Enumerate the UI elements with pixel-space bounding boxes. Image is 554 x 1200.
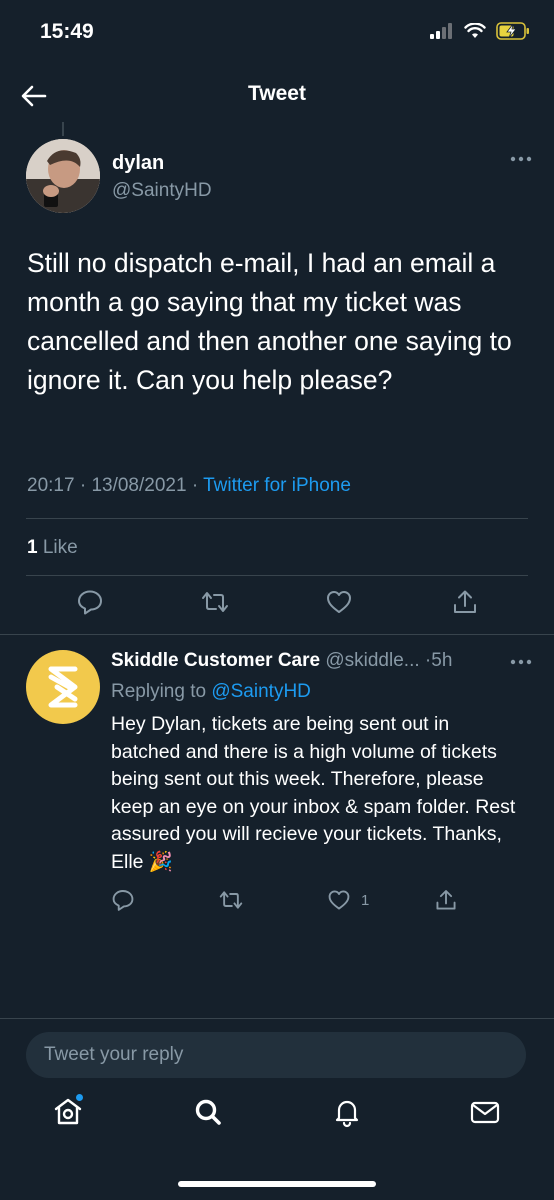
- search-icon: [195, 1099, 221, 1125]
- replying-to-handle[interactable]: @SaintyHD: [211, 681, 311, 702]
- share-icon: [436, 890, 456, 910]
- like-count-number: 1: [27, 537, 38, 558]
- share-button[interactable]: [451, 588, 479, 616]
- more-icon: [510, 659, 532, 665]
- reply-actions: 1: [0, 888, 554, 918]
- reply-header: Skiddle Customer Care @skiddle... ·5h: [111, 650, 452, 672]
- tab-home[interactable]: [52, 1094, 84, 1128]
- author-handle[interactable]: @SaintyHD: [112, 180, 212, 202]
- reply-reply-button[interactable]: [111, 888, 135, 912]
- divider: [26, 575, 528, 576]
- status-time: 15:49: [40, 20, 94, 43]
- meta-separator: ·: [79, 475, 92, 496]
- tweet-time: 20:17: [27, 475, 75, 496]
- replying-to: Replying to @SaintyHD: [111, 681, 311, 703]
- like-icon: [328, 890, 350, 910]
- skiddle-logo-icon: [48, 666, 78, 708]
- like-button[interactable]: [325, 588, 353, 616]
- meta-separator: ·: [191, 475, 204, 496]
- signal-icon: [430, 23, 452, 39]
- reply-like-button[interactable]: 1: [327, 888, 369, 912]
- tweet-actions: [0, 588, 554, 628]
- reply-author-name[interactable]: Skiddle Customer Care: [111, 650, 320, 671]
- reply-icon: [112, 890, 134, 911]
- tab-search[interactable]: [192, 1096, 224, 1128]
- wifi-icon: [464, 23, 486, 38]
- divider: [26, 518, 528, 519]
- reply-icon: [78, 590, 102, 615]
- divider: [0, 634, 554, 635]
- status-icons: [430, 22, 530, 40]
- reply-text: Hey Dylan, tickets are being sent out in…: [111, 713, 516, 873]
- tweet-text: Still no dispatch e-mail, I had an email…: [27, 248, 512, 395]
- reply-share-button[interactable]: [434, 888, 458, 912]
- tweet-date: 13/08/2021: [91, 475, 187, 496]
- reply-retweet-button[interactable]: [218, 888, 244, 912]
- battery-icon: [496, 22, 529, 40]
- author-name[interactable]: dylan: [112, 152, 164, 175]
- likes-count[interactable]: 1 Like: [27, 537, 78, 559]
- like-icon: [327, 591, 351, 613]
- like-count-label: Like: [42, 537, 78, 558]
- tweet-source-link[interactable]: Twitter for iPhone: [203, 475, 351, 496]
- reply-age: 5h: [431, 650, 453, 671]
- tab-notifications[interactable]: [331, 1096, 363, 1128]
- more-options-button[interactable]: [510, 155, 532, 163]
- retweet-button[interactable]: [200, 588, 230, 616]
- home-notification-dot: [76, 1094, 83, 1101]
- retweet-icon: [202, 592, 228, 612]
- share-icon: [454, 590, 476, 613]
- reply-avatar[interactable]: [26, 650, 100, 724]
- tweet-meta: 20:17 · 13/08/2021 · Twitter for iPhone: [27, 475, 351, 497]
- home-indicator: [178, 1181, 376, 1187]
- more-icon: [510, 156, 532, 162]
- avatar-photo: [26, 139, 100, 213]
- replying-to-label: Replying to: [111, 681, 207, 702]
- notifications-icon: [335, 1100, 359, 1128]
- reply-input[interactable]: Tweet your reply: [26, 1032, 526, 1078]
- reply-author-handle[interactable]: @skiddle...: [325, 650, 419, 671]
- reply-button[interactable]: [76, 588, 104, 616]
- thread-line: [62, 122, 64, 136]
- reply-more-button[interactable]: [510, 658, 532, 666]
- tab-bar: [0, 1094, 554, 1146]
- reply-input-placeholder: Tweet your reply: [44, 1044, 184, 1065]
- avatar[interactable]: [26, 139, 100, 213]
- messages-icon: [470, 1101, 500, 1124]
- reply-like-count: 1: [361, 891, 370, 909]
- retweet-icon: [219, 891, 243, 909]
- tab-messages[interactable]: [469, 1096, 501, 1128]
- divider: [0, 1018, 554, 1019]
- page-title: Tweet: [248, 82, 306, 105]
